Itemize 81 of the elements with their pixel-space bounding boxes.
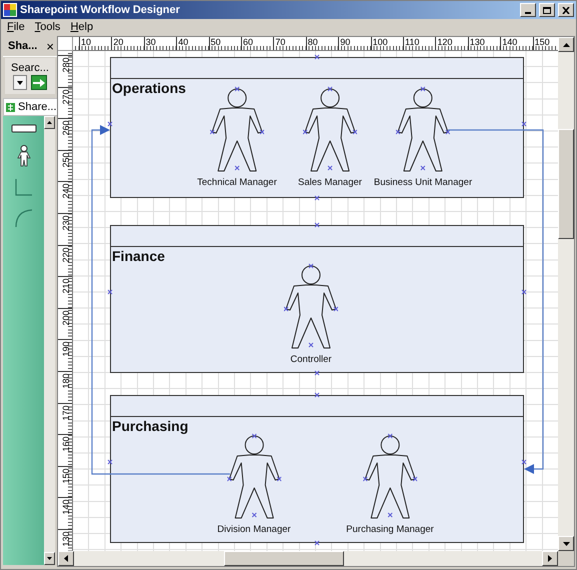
stencil-tab[interactable]: Share... xyxy=(3,98,60,116)
down-arrow-icon xyxy=(47,557,52,560)
ruler-label: 240 xyxy=(61,182,71,200)
ruler-label: 180 xyxy=(61,372,71,390)
up-arrow-icon xyxy=(562,42,570,46)
lane-title: Finance xyxy=(112,248,165,264)
actor-label: Division Manager xyxy=(217,524,291,535)
arc-shape-icon xyxy=(14,209,32,227)
ruler-label: 110 xyxy=(405,37,420,47)
left-arrow-icon xyxy=(64,555,68,562)
close-button[interactable] xyxy=(558,3,574,17)
app-icon xyxy=(3,3,17,17)
caret-icon xyxy=(17,80,23,84)
person-shape-icon xyxy=(16,145,30,167)
ruler-label: 210 xyxy=(61,278,71,296)
scroll-up-button[interactable] xyxy=(44,116,55,129)
scroll-down-button[interactable] xyxy=(558,536,574,551)
ruler-label: 80 xyxy=(308,37,318,47)
arrow-icon xyxy=(33,78,45,88)
panel-tab[interactable]: Sha... xyxy=(8,40,38,52)
ruler-label: 60 xyxy=(243,37,254,47)
ruler-label: 130 xyxy=(61,530,71,548)
ruler-label: 100 xyxy=(372,37,388,47)
menu-item[interactable]: File xyxy=(3,20,29,34)
ruler-label: 260 xyxy=(61,120,71,138)
ruler-label: 40 xyxy=(178,37,188,47)
ruler-label: 90 xyxy=(340,37,350,47)
maximize-icon xyxy=(543,6,551,14)
ruler-label: 190 xyxy=(61,340,71,358)
down-arrow-icon xyxy=(562,542,570,546)
actor-label: Technical Manager xyxy=(197,177,277,188)
actor-label: Business Unit Manager xyxy=(374,177,472,188)
lane-title: Operations xyxy=(112,80,186,96)
ruler-label: 120 xyxy=(437,37,452,47)
vertical-scrollbar[interactable] xyxy=(558,37,574,551)
ruler-label: 200 xyxy=(61,309,71,327)
scroll-up-button[interactable] xyxy=(558,37,574,52)
search-label: Searc... xyxy=(11,62,49,74)
ruler-label: 140 xyxy=(502,37,518,47)
scroll-thumb[interactable] xyxy=(558,129,574,239)
ruler-label: 270 xyxy=(61,88,71,106)
stencil-icon xyxy=(6,102,15,112)
actor-label: Sales Manager xyxy=(298,177,362,188)
scroll-right-button[interactable] xyxy=(542,551,558,566)
window-title: Sharepoint Workflow Designer xyxy=(20,4,181,16)
up-arrow-icon xyxy=(47,121,52,124)
actor-label: Controller xyxy=(290,354,332,365)
right-arrow-icon xyxy=(548,555,552,562)
ruler-label: 160 xyxy=(61,436,71,454)
ruler-label: 230 xyxy=(61,214,71,232)
ruler-label: 280 xyxy=(61,56,71,74)
ruler-label: 140 xyxy=(61,498,71,516)
menu-item[interactable]: Help xyxy=(66,20,98,34)
ruler-label: 50 xyxy=(210,37,221,47)
ruler-label: 30 xyxy=(146,37,156,47)
ruler-label: 150 xyxy=(61,467,71,485)
maximize-button[interactable] xyxy=(539,3,555,17)
ruler-label: 130 xyxy=(470,37,485,47)
ruler-label: 20 xyxy=(113,37,124,47)
ruler-label: 250 xyxy=(61,151,71,169)
ruler-label: 150 xyxy=(534,37,550,47)
stencil-tab-label: Share... xyxy=(18,101,57,113)
ruler-label: 170 xyxy=(61,404,71,422)
ruler-label: 10 xyxy=(81,37,92,47)
scroll-left-button[interactable] xyxy=(58,551,74,566)
minimize-button[interactable] xyxy=(520,3,536,17)
scroll-thumb[interactable] xyxy=(224,551,344,566)
actor-label: Purchasing Manager xyxy=(346,524,434,535)
close-button[interactable]: × xyxy=(46,38,54,54)
close-icon xyxy=(562,6,570,14)
scroll-down-button[interactable] xyxy=(44,552,55,565)
horizontal-scrollbar[interactable] xyxy=(58,551,558,566)
dropdown-button[interactable] xyxy=(13,75,27,90)
search-button[interactable] xyxy=(31,75,47,90)
rectangle-shape-icon xyxy=(10,124,36,133)
menu-item[interactable]: Tools xyxy=(30,20,64,34)
lane-title: Purchasing xyxy=(112,418,188,434)
connector-shape-icon xyxy=(14,179,32,197)
scrollbar-corner xyxy=(558,551,574,566)
ruler-label: 220 xyxy=(61,246,71,264)
ruler-label: 70 xyxy=(275,37,286,47)
